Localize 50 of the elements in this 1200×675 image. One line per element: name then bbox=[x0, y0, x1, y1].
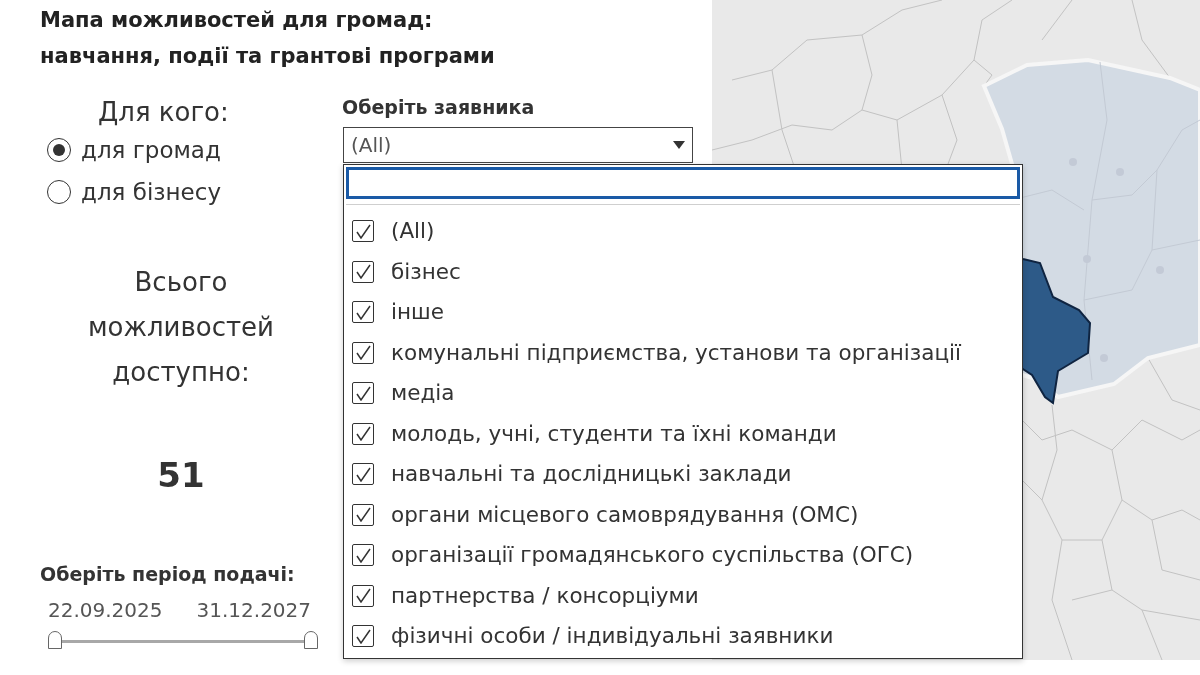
checkmark-icon bbox=[355, 466, 371, 482]
checkbox[interactable] bbox=[352, 625, 374, 648]
checkbox[interactable] bbox=[352, 544, 374, 567]
checkbox[interactable] bbox=[352, 341, 374, 364]
option-label[interactable]: фізичні особи / індивідуальні заявники bbox=[391, 622, 834, 651]
option-label[interactable]: навчальні та дослідницькі заклади bbox=[391, 460, 792, 489]
checkbox[interactable] bbox=[352, 584, 374, 607]
checkmark-icon bbox=[355, 628, 371, 644]
applicant-filter-label: Оберіть заявника bbox=[342, 95, 535, 120]
option-label[interactable]: молодь, учні, студенти та їхні команди bbox=[391, 419, 837, 448]
radio-button[interactable] bbox=[47, 180, 71, 204]
option-label[interactable]: партнерства / консорціуми bbox=[391, 581, 699, 610]
checkmark-icon bbox=[355, 264, 371, 280]
checkbox[interactable] bbox=[352, 382, 374, 405]
option-label[interactable]: комунальні підприємства, установи та організації bbox=[391, 338, 961, 367]
search-field[interactable] bbox=[346, 167, 1020, 199]
option-label[interactable]: медіа bbox=[391, 379, 455, 408]
option-label[interactable]: організації громадянського суспільства (ОГС) bbox=[391, 541, 914, 570]
radio-button[interactable] bbox=[47, 138, 71, 162]
caret-icon bbox=[673, 141, 685, 149]
option-label[interactable]: органи місцевого самоврядування (ОМС) bbox=[391, 500, 859, 529]
checkbox[interactable] bbox=[352, 422, 374, 445]
option-label[interactable]: інше bbox=[391, 298, 444, 327]
checkbox[interactable] bbox=[352, 503, 374, 526]
start-date: 22.09.2025 bbox=[48, 598, 163, 622]
slider-handle[interactable] bbox=[304, 631, 318, 649]
checkmark-icon bbox=[355, 547, 371, 563]
checkbox[interactable] bbox=[352, 301, 374, 324]
checkmark-icon bbox=[355, 385, 371, 401]
total-label: Всього можливостей доступно: bbox=[87, 266, 275, 389]
end-date: 31.12.2027 bbox=[196, 598, 312, 622]
checkbox[interactable] bbox=[352, 260, 374, 283]
checkmark-icon bbox=[355, 507, 371, 523]
option-label[interactable]: бізнес bbox=[391, 257, 461, 286]
slider-handle[interactable] bbox=[48, 631, 62, 649]
dashboard-title: Мапа можливостей для громад: навчання, події та грантові програми bbox=[40, 7, 495, 70]
checkmark-icon bbox=[355, 426, 371, 442]
radio-label[interactable]: для громад bbox=[81, 135, 221, 165]
checkmark-icon bbox=[355, 304, 371, 320]
audience-label: Для кого: bbox=[98, 96, 229, 129]
option-label[interactable]: (All) bbox=[391, 217, 435, 246]
checkbox[interactable] bbox=[352, 463, 374, 486]
checkmark-icon bbox=[355, 588, 371, 604]
total-count: 51 bbox=[157, 455, 205, 495]
radio-label[interactable]: для бізнесу bbox=[81, 177, 221, 207]
period-label: Оберіть період подачі: bbox=[40, 562, 295, 586]
checkmark-icon bbox=[355, 223, 371, 239]
applicant-dropdown[interactable]: (All) bbox=[343, 127, 693, 163]
checkmark-icon bbox=[355, 345, 371, 361]
checkbox[interactable] bbox=[352, 220, 374, 243]
